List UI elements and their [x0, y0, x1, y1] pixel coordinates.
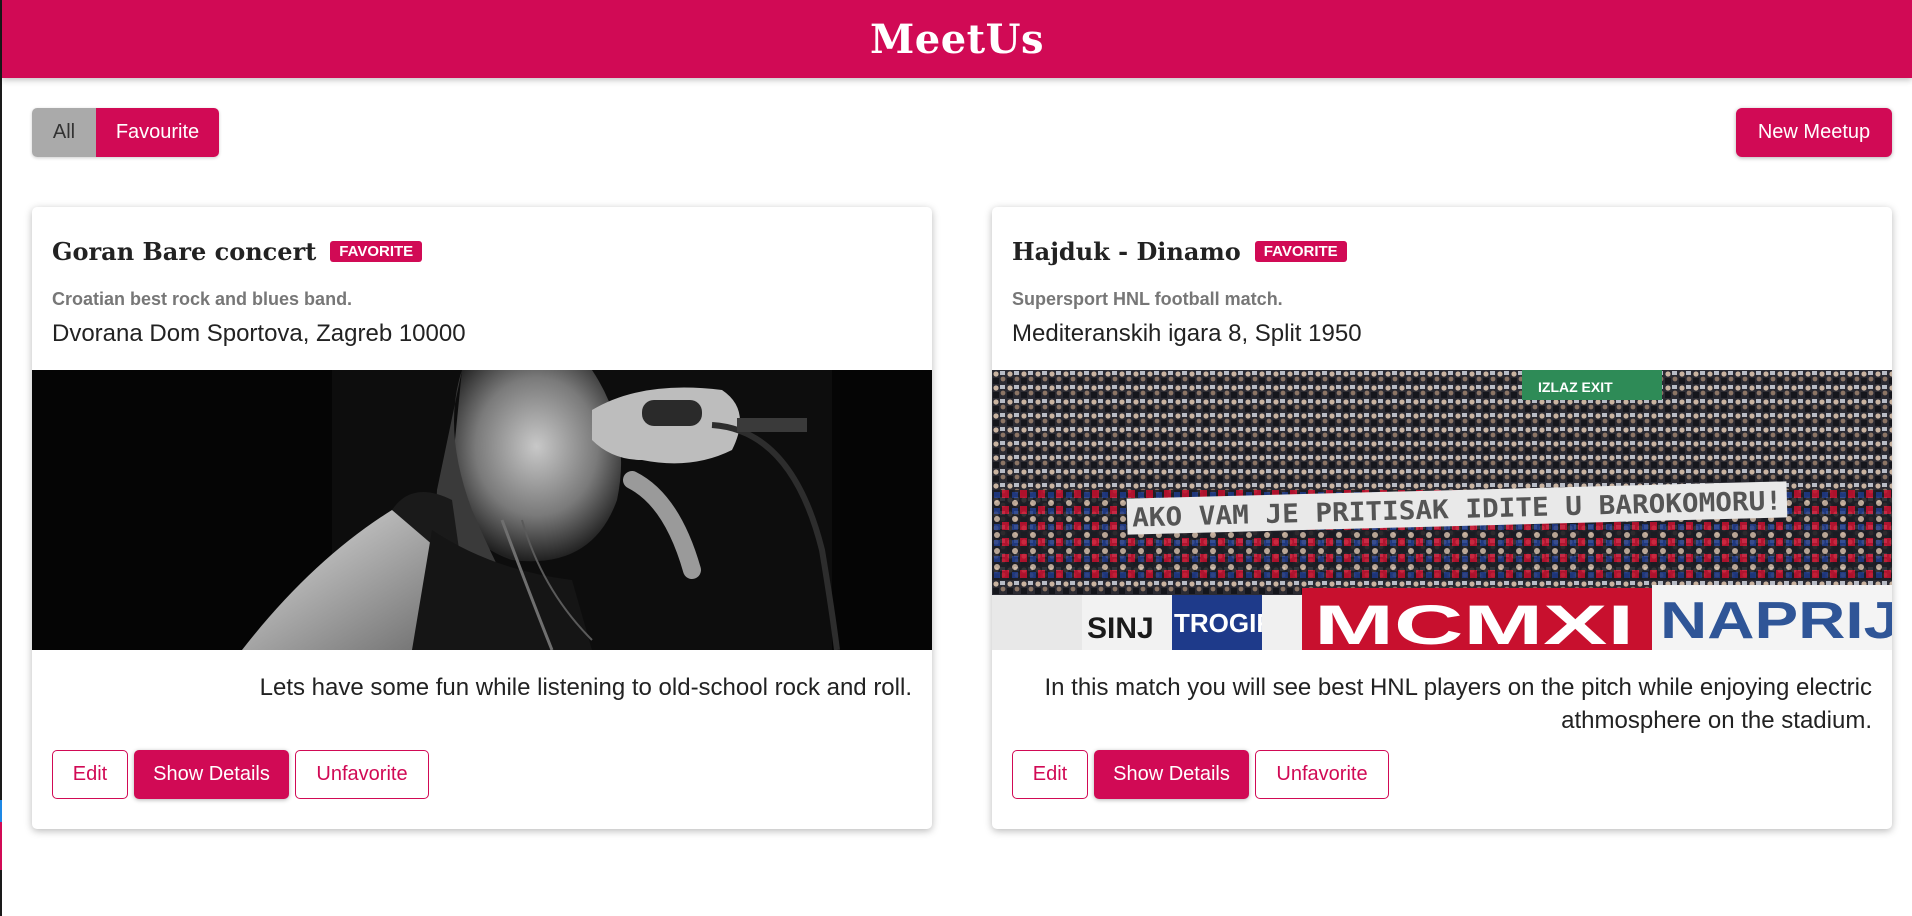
meetup-subtitle: Croatian best rock and blues band. — [52, 289, 353, 309]
edge-accent-pink — [0, 822, 2, 870]
unfavorite-button[interactable]: Unfavorite — [1255, 750, 1389, 799]
flag-mcmxi-text: MCMXI — [1314, 593, 1634, 650]
show-details-button[interactable]: Show Details — [134, 750, 289, 799]
card-header: Goran Bare concert FAVORITE — [52, 237, 423, 266]
meetup-description: Lets have some fun while listening to ol… — [259, 674, 912, 701]
card-header: Hajduk - Dinamo FAVORITE — [1012, 237, 1347, 266]
meetup-image — [32, 370, 932, 650]
window-left-edge — [0, 0, 2, 916]
show-details-button[interactable]: Show Details — [1094, 750, 1249, 799]
meetup-description: In this match you will see best HNL play… — [1044, 674, 1872, 734]
favorite-badge: FAVORITE — [330, 241, 423, 262]
meetup-title: Hajduk - Dinamo — [1012, 237, 1241, 266]
edit-button[interactable]: Edit — [52, 750, 128, 799]
meetup-title: Goran Bare concert — [52, 237, 317, 266]
app-title: MeetUs — [869, 15, 1045, 63]
flag-sinj-text: SINJ — [1087, 612, 1154, 645]
meetup-image: IZLAZ EXIT AKO VAM JE PRITISAK IDITE U B… — [992, 370, 1892, 650]
filter-favourite-button[interactable]: Favourite — [96, 108, 219, 157]
flag-naprijed-text: NAPRIJ — [1660, 592, 1892, 650]
edge-accent-blue — [0, 800, 2, 822]
card-actions: Edit Show Details Unfavorite — [52, 750, 435, 799]
filter-all-button[interactable]: All — [32, 108, 96, 157]
meetup-address: Mediteranskih igara 8, Split 1950 — [1012, 320, 1362, 347]
edit-button[interactable]: Edit — [1012, 750, 1088, 799]
unfavorite-button[interactable]: Unfavorite — [295, 750, 429, 799]
favorite-badge: FAVORITE — [1254, 241, 1347, 262]
card-actions: Edit Show Details Unfavorite — [1012, 750, 1395, 799]
meetup-subtitle: Supersport HNL football match. — [1012, 289, 1283, 309]
meetup-card: Goran Bare concert FAVORITE Croatian bes… — [32, 207, 932, 829]
exit-sign-text: IZLAZ EXIT — [1538, 379, 1613, 395]
filter-toggle: All Favourite — [32, 108, 219, 157]
new-meetup-button[interactable]: New Meetup — [1736, 108, 1892, 157]
app-header: MeetUs — [2, 0, 1912, 78]
meetup-address: Dvorana Dom Sportova, Zagreb 10000 — [52, 320, 466, 347]
flag-trogir-text: TROGIR — [1174, 608, 1275, 638]
meetup-card: Hajduk - Dinamo FAVORITE Supersport HNL … — [992, 207, 1892, 829]
